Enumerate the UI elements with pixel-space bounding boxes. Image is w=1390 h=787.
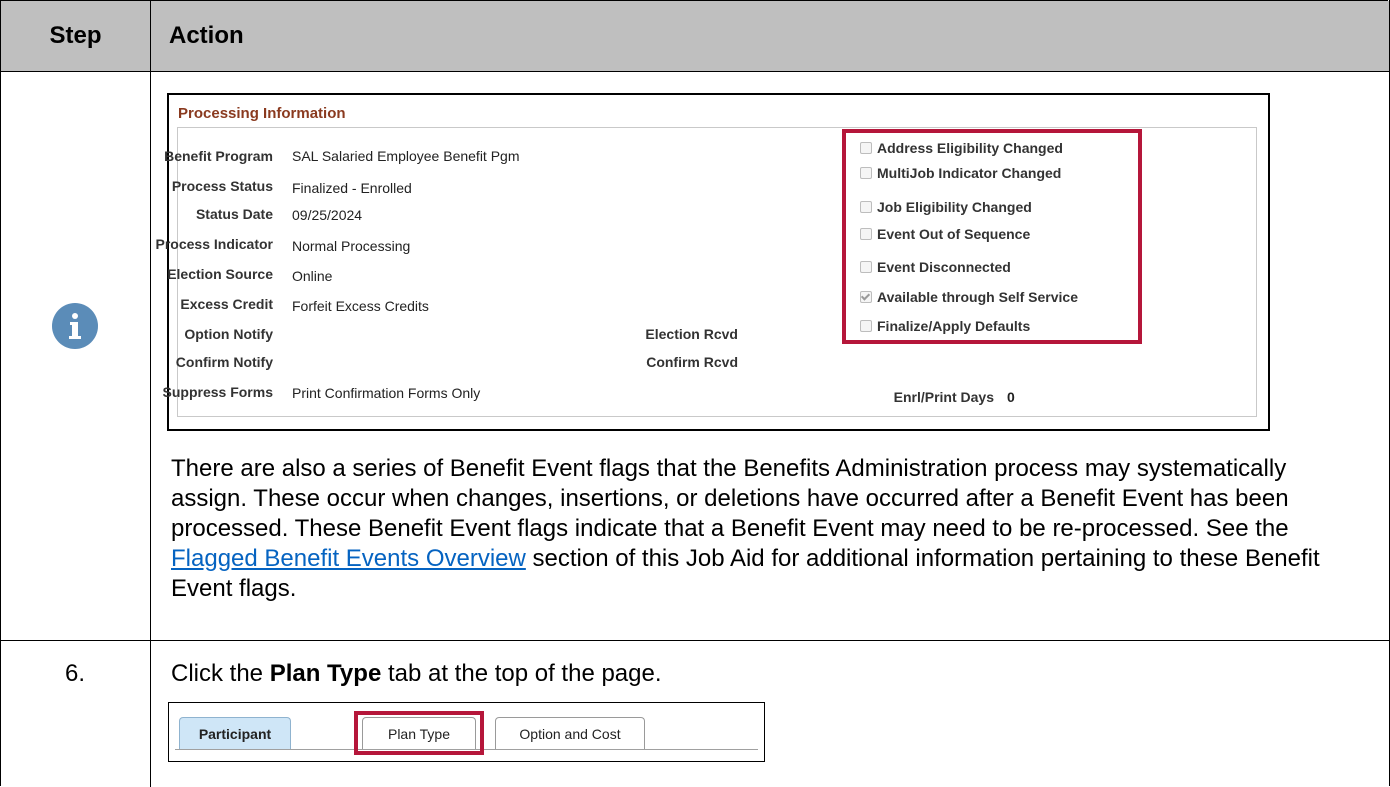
instruction-bold: Plan Type (269, 660, 382, 687)
tabs-screenshot: Participant Plan Type Option and Cost (168, 702, 765, 762)
flagged-benefit-events-link[interactable]: Flagged Benefit Events Overview (171, 545, 526, 572)
instruction-start: Click the (171, 660, 270, 687)
enrl-print-days-label: Enrl/Print Days (893, 389, 994, 405)
enrl-print-days-value: 0 (1007, 389, 1015, 405)
confirm-rcvd-label: Confirm Rcvd (646, 354, 738, 370)
process-status-label: Process Status (171, 178, 273, 194)
excess-credit-value: Forfeit Excess Credits (292, 298, 429, 314)
status-date-value: 09/25/2024 (292, 207, 363, 223)
process-status-value: Finalized - Enrolled (292, 180, 412, 196)
status-date-label: Status Date (195, 206, 273, 222)
tab-participant[interactable]: Participant (179, 717, 291, 749)
flags-highlight-box (842, 129, 1142, 344)
suppress-forms-value: Print Confirmation Forms Only (292, 385, 481, 401)
excess-credit-label: Excess Credit (180, 296, 273, 312)
step-number: 6. (64, 660, 85, 687)
election-rcvd-label: Election Rcvd (645, 326, 738, 342)
row-divider (1, 640, 1389, 641)
info-icon (52, 303, 98, 349)
confirm-notify-label: Confirm Notify (175, 354, 273, 370)
instruction-end: tab at the top of the page. (381, 660, 662, 687)
benefit-program-value: SAL Salaried Employee Benefit Pgm (292, 148, 520, 164)
process-indicator-label: Process Indicator (155, 236, 274, 252)
table-header: Step Action (1, 1, 1389, 72)
tab-option-and-cost[interactable]: Option and Cost (495, 717, 645, 749)
plan-type-highlight-box (354, 711, 484, 755)
election-source-value: Online (292, 268, 333, 284)
panel-title: Processing Information (178, 105, 346, 122)
body-text-start: There are also a series of Benefit Event… (171, 455, 1289, 542)
election-source-label: Election Source (167, 266, 273, 282)
suppress-forms-label: Suppress Forms (162, 384, 273, 400)
header-action: Action (169, 22, 244, 49)
process-indicator-value: Normal Processing (292, 238, 411, 254)
option-notify-label: Option Notify (184, 326, 273, 342)
benefit-program-label: Benefit Program (164, 148, 273, 164)
header-step: Step (1, 1, 151, 71)
step-instruction: Click the Plan Type tab at the top of th… (171, 660, 662, 688)
body-paragraph: There are also a series of Benefit Event… (171, 454, 1351, 604)
